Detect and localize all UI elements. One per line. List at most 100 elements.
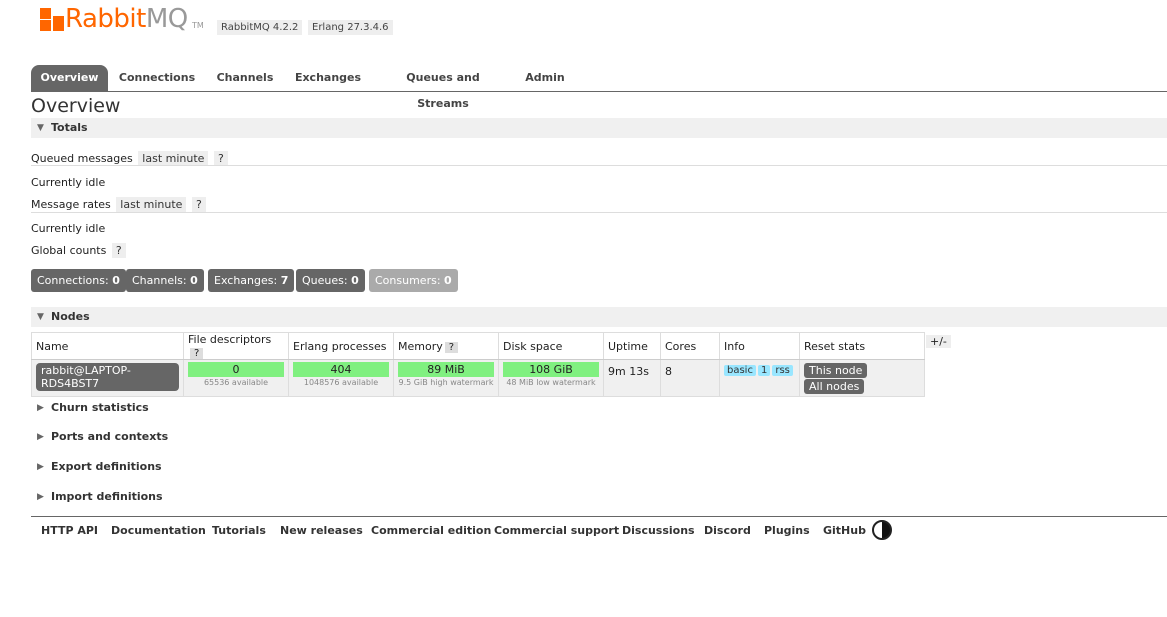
footer-link-new-releases[interactable]: New releases [280,524,363,537]
queued-messages-range-select[interactable]: last minute [138,151,209,166]
footer-link-tutorials[interactable]: Tutorials [212,524,266,537]
triangle-down-icon: ▼ [37,123,44,133]
exchanges-count-button[interactable]: Exchanges: 7 [208,269,295,292]
column-header[interactable]: Erlang processes [288,332,394,360]
export-definitions-section[interactable]: ▶ Export definitions [31,458,331,476]
triangle-right-icon: ▶ [37,492,44,502]
tab-connections[interactable]: Connections [118,65,196,91]
tab-queues-and-streams[interactable]: Queues and Streams [381,65,505,110]
help-button[interactable]: ? [191,197,206,212]
column-header[interactable]: Memory? [393,332,499,360]
global-counts-label: Global counts [31,244,107,257]
tab-channels[interactable]: Channels [211,65,279,91]
version-badge: RabbitMQ 4.2.2 [217,20,303,35]
cores-cell: 8 [660,359,720,397]
section-heading: Import definitions [51,490,163,503]
count-value: 7 [280,274,289,287]
disk-space-bar: 108 GiB [503,362,599,377]
totals-section-header[interactable]: ▼ Totals [31,118,1167,138]
global-counts-row: Global counts ? [31,243,126,258]
help-button[interactable]: ? [444,341,459,353]
count-label: Exchanges: [214,274,278,287]
section-heading: Churn statistics [51,401,149,414]
message-rates-range-select[interactable]: last minute [116,197,187,212]
disk-space-watermark: 48 MiB low watermark [506,378,596,387]
message-rates-label: Message rates [31,198,111,211]
count-label: Queues: [302,274,348,287]
memory-bar: 89 MiB [398,362,494,377]
column-header: Reset stats [799,332,925,360]
tab-admin[interactable]: Admin [521,65,569,91]
help-button[interactable]: ? [213,151,228,166]
column-header[interactable]: Info [719,332,800,360]
reset-stats-cell: This node All nodes [799,359,925,397]
erlang-processes-bar: 404 [293,362,389,377]
info-cell: basic 1 rss [719,359,800,397]
help-button[interactable]: ? [111,243,126,258]
divider [31,212,1167,213]
triangle-down-icon: ▼ [37,312,44,322]
page-title: Overview [31,95,121,117]
count-value: 0 [112,274,120,287]
import-definitions-section[interactable]: ▶ Import definitions [31,488,331,506]
footer-link-documentation[interactable]: Documentation [111,524,206,537]
file-descriptors-bar: 0 [188,362,284,377]
logo-square-icon [40,20,51,31]
column-header[interactable]: Uptime [603,332,661,360]
count-value: 0 [190,274,198,287]
column-header[interactable]: Cores [660,332,720,360]
nodes-table: Name File descriptors? Erlang processes … [31,332,925,397]
triangle-right-icon: ▶ [37,432,44,442]
logo-square-icon [40,8,51,19]
erlang-version-badge: Erlang 27.3.4.6 [308,20,393,35]
main-tabs: Overview Connections Channels Exchanges … [31,65,1167,110]
nodes-heading: Nodes [51,310,90,323]
contrast-icon[interactable] [872,520,892,540]
footer-link-commercial-edition[interactable]: Commercial edition [371,524,491,537]
info-badge: rss [772,365,793,376]
queues-count-button[interactable]: Queues: 0 [296,269,365,292]
tab-overview[interactable]: Overview [31,65,108,91]
footer-link-plugins[interactable]: Plugins [764,524,810,537]
footer-link-commercial-support[interactable]: Commercial support [494,524,619,537]
logo-trademark: TM [192,21,204,30]
columns-toggle-button[interactable]: +/- [926,335,951,348]
count-label: Channels: [132,274,187,287]
footer: HTTP API Documentation Tutorials New rel… [31,516,1167,547]
reset-this-node-button[interactable]: This node [804,363,868,378]
disk-space-cell: 108 GiB 48 MiB low watermark [498,359,604,397]
info-badge: 1 [757,365,771,376]
footer-link-discord[interactable]: Discord [704,524,751,537]
rates-idle-text: Currently idle [31,222,106,235]
column-header[interactable]: File descriptors? [183,332,289,360]
nodes-section-header[interactable]: ▼ Nodes [31,307,1167,327]
info-badge: basic [724,365,756,376]
table-header-row: Name File descriptors? Erlang processes … [31,332,925,360]
footer-link-http-api[interactable]: HTTP API [41,524,98,537]
tab-exchanges[interactable]: Exchanges [293,65,363,91]
column-header[interactable]: Name [31,332,184,360]
channels-count-button[interactable]: Channels: 0 [126,269,204,292]
churn-statistics-section[interactable]: ▶ Churn statistics [31,399,331,417]
node-name-link[interactable]: rabbit@LAPTOP-RDS4BST7 [36,363,179,391]
logo-wordmark: RabbitMQ [65,4,188,34]
triangle-right-icon: ▶ [37,462,44,472]
connections-count-button[interactable]: Connections: 0 [31,269,126,292]
totals-heading: Totals [51,121,88,134]
queued-messages-row: Queued messages last minute ? [31,151,228,166]
ports-and-contexts-section[interactable]: ▶ Ports and contexts [31,428,331,446]
column-header[interactable]: Disk space [498,332,604,360]
file-descriptors-available: 65536 available [203,378,269,387]
uptime-cell: 9m 13s [603,359,661,397]
erlang-processes-available: 1048576 available [303,378,379,387]
count-value: 0 [444,274,452,287]
reset-all-nodes-button[interactable]: All nodes [804,379,865,394]
file-descriptors-cell: 0 65536 available [183,359,289,397]
erlang-processes-cell: 404 1048576 available [288,359,394,397]
consumers-count-button[interactable]: Consumers: 0 [369,269,458,292]
logo-square-icon [53,16,64,31]
section-heading: Export definitions [51,460,162,473]
help-button[interactable]: ? [190,348,204,359]
footer-link-github[interactable]: GitHub [823,524,866,537]
footer-link-discussions[interactable]: Discussions [622,524,695,537]
